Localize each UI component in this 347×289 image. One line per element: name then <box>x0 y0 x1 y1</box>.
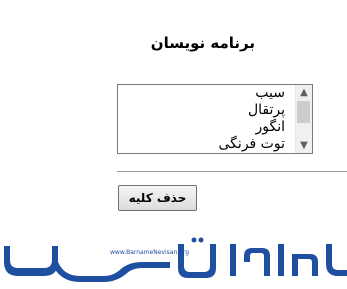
fruit-listbox[interactable]: سیب پرتقال انگور توت فرنگی ▲ ▼ <box>117 84 313 154</box>
listbox-items: سیب پرتقال انگور توت فرنگی <box>118 85 295 153</box>
scrollbar-thumb[interactable] <box>297 101 310 123</box>
divider <box>117 171 347 172</box>
barnamenevisan-logo: www.BarnameNevisan.org <box>4 237 347 282</box>
list-item[interactable]: انگور <box>118 119 295 136</box>
scroll-up-icon[interactable]: ▲ <box>296 85 312 100</box>
logo-url: www.BarnameNevisan.org <box>110 249 189 256</box>
scroll-down-icon[interactable]: ▼ <box>296 138 312 153</box>
list-item[interactable]: سیب <box>118 85 295 102</box>
listbox-scrollbar[interactable]: ▲ ▼ <box>295 85 312 153</box>
delete-all-button[interactable]: حذف کلیه <box>118 185 197 211</box>
list-item[interactable]: پرتقال <box>118 102 295 119</box>
page-title: برنامه نویسان <box>150 34 255 52</box>
list-item[interactable]: توت فرنگی <box>118 136 295 153</box>
